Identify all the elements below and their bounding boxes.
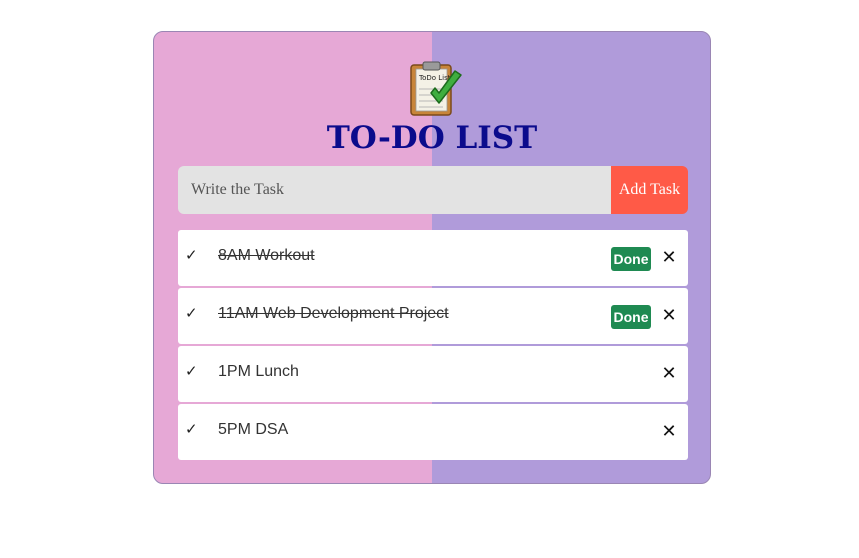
check-icon[interactable]: ✓ [185,304,198,322]
task-input-row: Add Task [178,166,688,214]
page-title: TO-DO LIST [326,120,538,156]
done-button[interactable]: Done [611,247,651,271]
logo-text: ToDo List [418,74,451,82]
task-text: 1PM Lunch [218,363,299,380]
todo-card: ToDo List TO-DO LIST Add Task ✓ 8AM Work… [153,31,711,484]
task-text: 11AM Web Development Project [218,305,449,322]
task-input[interactable] [178,166,612,214]
check-icon[interactable]: ✓ [185,362,198,380]
done-button[interactable]: Done [611,305,651,329]
close-icon[interactable]: ✕ [660,306,678,326]
task-text: 8AM Workout [218,247,315,264]
task-text: 5PM DSA [218,421,289,438]
add-task-button[interactable]: Add Task [611,166,688,214]
check-icon[interactable]: ✓ [185,420,198,438]
task-item[interactable]: ✓ 1PM Lunch ✕ [178,346,688,402]
close-icon[interactable]: ✕ [660,422,678,442]
task-item[interactable]: ✓ 5PM DSA ✕ [178,404,688,460]
check-icon[interactable]: ✓ [185,246,198,264]
close-icon[interactable]: ✕ [660,364,678,384]
task-item[interactable]: ✓ 11AM Web Development Project Done ✕ [178,288,688,344]
task-item[interactable]: ✓ 8AM Workout Done ✕ [178,230,688,286]
close-icon[interactable]: ✕ [660,248,678,268]
todo-clipboard-icon: ToDo List [410,61,462,116]
